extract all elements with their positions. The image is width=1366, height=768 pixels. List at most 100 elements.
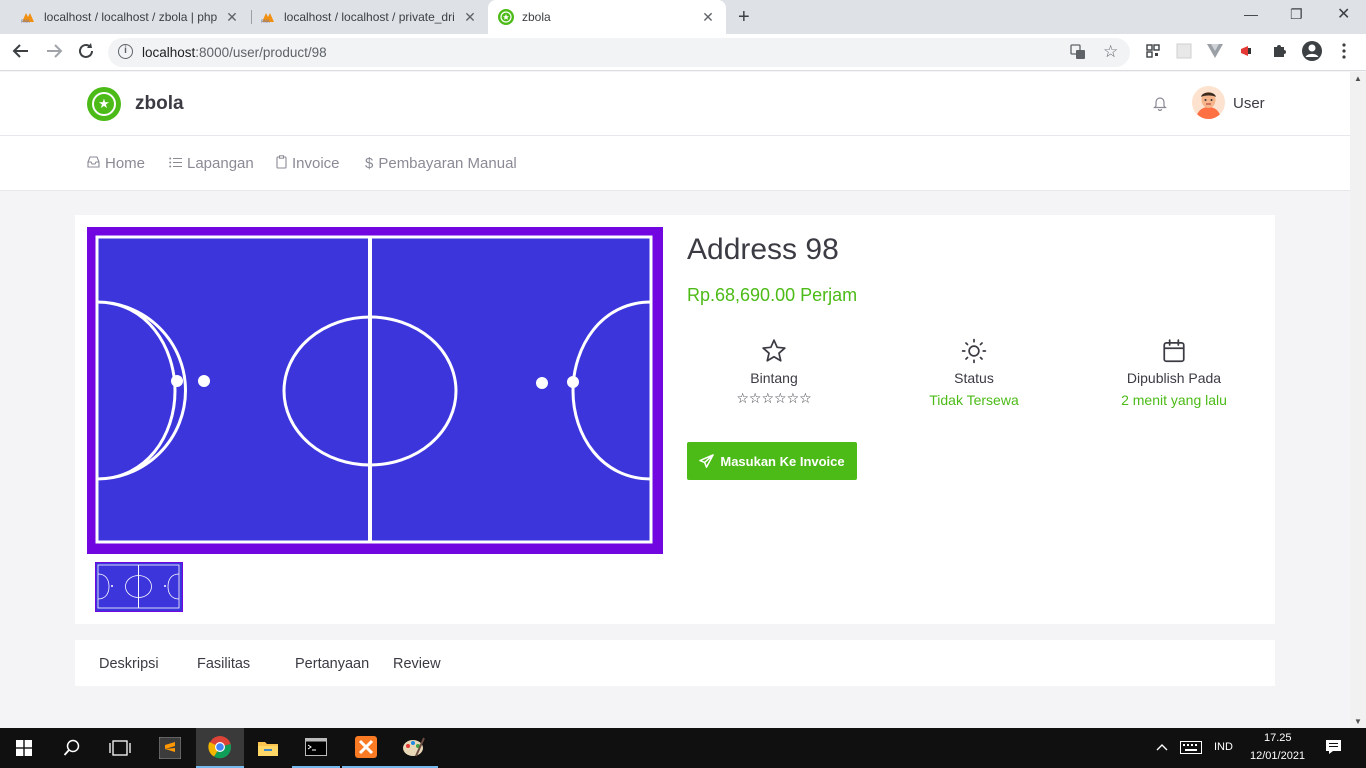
browser-toolbar: i localhost:8000/user/product/98 ☆ xyxy=(0,34,1366,71)
browser-tab-1[interactable]: PMA localhost / localhost / zbola | php … xyxy=(10,0,250,34)
clock-date[interactable]: 12/01/2021 xyxy=(1250,750,1305,762)
nav-item-lapangan[interactable]: Lapangan xyxy=(169,155,254,172)
file-explorer-icon[interactable] xyxy=(244,728,292,768)
stat-label: Status xyxy=(954,370,994,386)
browser-tab-strip: PMA localhost / localhost / zbola | php … xyxy=(0,0,1366,34)
task-view-icon[interactable] xyxy=(96,728,144,768)
extension-placeholder-icon[interactable] xyxy=(1175,42,1193,60)
stat-published: Dipublish Pada 2 menit yang lalu xyxy=(1074,338,1274,408)
stat-label: Bintang xyxy=(750,370,798,386)
send-icon xyxy=(699,453,715,469)
new-tab-button[interactable]: + xyxy=(738,6,750,29)
tab-fasilitas[interactable]: Fasilitas xyxy=(197,656,250,672)
restore-button[interactable]: ❐ xyxy=(1290,6,1303,23)
terminal-icon[interactable] xyxy=(292,728,340,768)
url-host: localhost xyxy=(142,45,196,60)
address-bar[interactable]: i localhost:8000/user/product/98 ☆ xyxy=(108,38,1130,67)
star-icon xyxy=(674,338,874,366)
back-arrow-icon[interactable] xyxy=(12,42,30,65)
qr-extension-icon[interactable] xyxy=(1144,42,1162,60)
page-scrollbar[interactable]: ▲ ▼ xyxy=(1350,72,1366,728)
button-label: Masukan Ke Invoice xyxy=(720,453,845,469)
stat-value: Tidak Tersewa xyxy=(929,392,1019,408)
scroll-up-icon[interactable]: ▲ xyxy=(1354,74,1362,83)
star-rating: ☆☆☆☆☆☆ xyxy=(674,390,874,407)
extensions-puzzle-icon[interactable] xyxy=(1270,42,1288,60)
bell-icon[interactable] xyxy=(1152,95,1168,116)
tab-pertanyaan[interactable]: Pertanyaan xyxy=(295,656,369,672)
window-close-button[interactable]: ✕ xyxy=(1337,4,1350,24)
stat-label: Dipublish Pada xyxy=(1126,370,1222,386)
inbox-icon xyxy=(87,156,100,171)
browser-tab-title: localhost / localhost / private_dri xyxy=(284,10,455,24)
keyboard-icon[interactable] xyxy=(1180,741,1202,757)
rating-star-icon: ☆ xyxy=(736,390,749,406)
product-card: Address 98 Rp.68,690.00 Perjam Bintang ☆… xyxy=(75,215,1275,624)
forward-arrow-icon[interactable] xyxy=(45,42,63,65)
url-text: localhost:8000/user/product/98 xyxy=(142,45,327,60)
translate-icon[interactable] xyxy=(1070,44,1086,64)
close-icon[interactable]: ✕ xyxy=(700,9,716,26)
product-tabs: Deskripsi Fasilitas Pertanyaan Review xyxy=(75,640,1275,686)
sublime-text-icon[interactable] xyxy=(146,728,194,768)
dollar-icon: $ xyxy=(365,155,374,172)
chrome-menu-icon[interactable] xyxy=(1335,42,1353,60)
rating-star-icon: ☆ xyxy=(774,390,787,406)
bookmark-star-icon[interactable]: ☆ xyxy=(1103,42,1118,62)
product-title: Address 98 xyxy=(687,233,839,266)
brand-name[interactable]: zbola xyxy=(135,93,184,115)
chrome-taskbar-icon[interactable] xyxy=(196,728,244,768)
product-main-image xyxy=(87,227,663,554)
tray-chevron-icon[interactable] xyxy=(1156,740,1168,754)
user-name[interactable]: User xyxy=(1233,95,1265,112)
app-header: ★ zbola User xyxy=(0,72,1350,136)
calendar-icon xyxy=(1074,338,1274,366)
nav-item-label: Pembayaran Manual xyxy=(378,155,517,172)
rating-star-icon: ☆ xyxy=(748,390,762,406)
sun-icon xyxy=(874,338,1074,366)
add-to-invoice-button[interactable]: Masukan Ke Invoice xyxy=(687,442,857,480)
info-icon[interactable]: i xyxy=(118,44,133,59)
xampp-icon[interactable] xyxy=(342,728,390,768)
rating-star-icon: ☆ xyxy=(799,390,812,406)
nav-item-invoice[interactable]: Invoice xyxy=(276,155,340,172)
profile-icon[interactable] xyxy=(1301,40,1323,62)
search-icon[interactable] xyxy=(48,728,96,768)
nav-item-pembayaran-manual[interactable]: $ Pembayaran Manual xyxy=(365,155,517,172)
browser-tab-3[interactable]: zbola ✕ xyxy=(488,0,726,34)
stat-status: Status Tidak Tersewa xyxy=(874,338,1074,408)
stat-rating: Bintang ☆☆☆☆☆☆ xyxy=(674,338,874,407)
avatar[interactable] xyxy=(1192,86,1225,119)
phpmyadmin-icon: PMA xyxy=(260,9,276,25)
megaphone-extension-icon[interactable] xyxy=(1238,42,1256,60)
browser-tab-title: localhost / localhost / zbola | php xyxy=(44,10,218,24)
page-viewport: ★ zbola User Home Lapangan Invoice $ Pem… xyxy=(0,72,1350,728)
close-icon[interactable]: ✕ xyxy=(224,9,240,26)
paint-app-icon[interactable] xyxy=(390,728,438,768)
rating-star-icon: ☆ xyxy=(761,390,774,406)
language-indicator[interactable]: IND xyxy=(1214,741,1233,753)
nav-item-label: Lapangan xyxy=(187,155,254,172)
minimize-button[interactable]: — xyxy=(1244,6,1258,22)
svg-text:PMA: PMA xyxy=(261,19,270,23)
windows-start-icon[interactable] xyxy=(0,728,48,768)
tab-review[interactable]: Review xyxy=(393,656,441,672)
browser-tab-2[interactable]: PMA localhost / localhost / private_dri … xyxy=(250,0,488,34)
zbola-favicon-icon xyxy=(498,9,514,25)
notification-icon[interactable] xyxy=(1325,739,1342,758)
logo-icon[interactable]: ★ xyxy=(87,87,121,121)
scroll-down-icon[interactable]: ▼ xyxy=(1354,717,1362,726)
tab-deskripsi[interactable]: Deskripsi xyxy=(99,656,159,672)
clock-time[interactable]: 17.25 xyxy=(1264,732,1292,744)
reload-icon[interactable] xyxy=(77,42,95,65)
windows-taskbar: IND 17.25 12/01/2021 xyxy=(0,728,1366,768)
nav-item-home[interactable]: Home xyxy=(87,155,145,172)
svg-text:PMA: PMA xyxy=(21,19,30,23)
browser-tab-title: zbola xyxy=(522,10,551,24)
product-thumbnail[interactable] xyxy=(95,562,183,612)
nav-item-label: Home xyxy=(105,155,146,172)
close-icon[interactable]: ✕ xyxy=(462,9,478,26)
vue-devtools-icon[interactable] xyxy=(1206,42,1224,60)
clipboard-icon xyxy=(276,155,287,172)
nav-item-label: Invoice xyxy=(292,155,340,172)
